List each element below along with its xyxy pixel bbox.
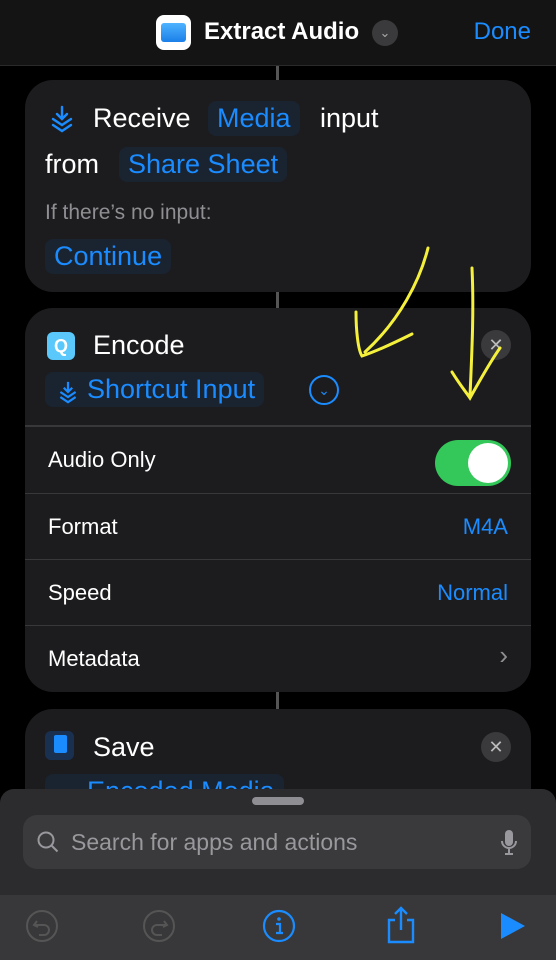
sheet-grabber[interactable] [252, 797, 304, 805]
info-icon[interactable] [262, 909, 296, 943]
action-search-sheet: Search for apps and actions [0, 789, 556, 960]
microphone-icon[interactable] [499, 828, 519, 858]
bottom-toolbar [0, 895, 556, 960]
search-placeholder: Search for apps and actions [71, 829, 358, 855]
search-icon [37, 831, 59, 853]
undo-icon[interactable] [25, 909, 59, 943]
run-play-icon[interactable] [496, 909, 530, 943]
share-icon[interactable] [384, 905, 418, 945]
search-input[interactable]: Search for apps and actions [23, 815, 531, 869]
redo-icon[interactable] [142, 909, 176, 943]
